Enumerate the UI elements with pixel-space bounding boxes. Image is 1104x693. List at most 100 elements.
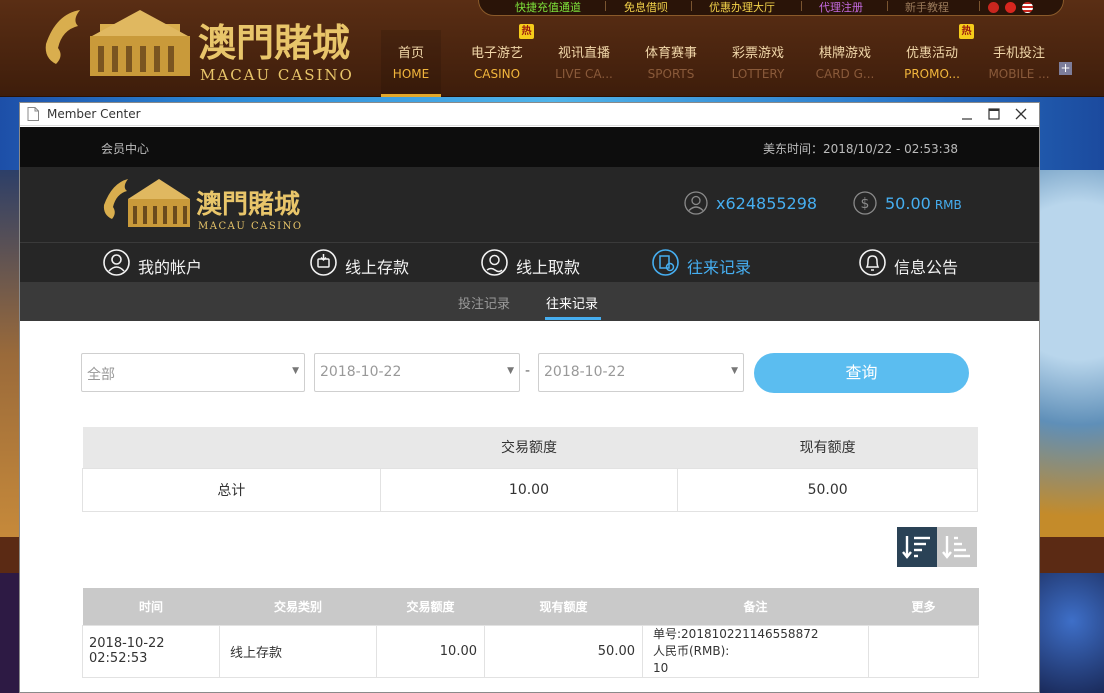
- hot-badge: 热: [959, 24, 974, 39]
- window-titlebar[interactable]: Member Center: [20, 103, 1039, 126]
- member-menu: 我的帐户 线上存款 线上取款 往来记录 信息公告: [20, 242, 1039, 282]
- divider: [691, 1, 692, 11]
- summary-header-balance: 现有额度: [677, 427, 978, 468]
- user-avatar-icon: [684, 191, 708, 215]
- transaction-type-select[interactable]: 全部 ▼: [81, 353, 305, 392]
- menu-item-label: 线上取款: [516, 258, 581, 277]
- balance-icon: $: [853, 191, 877, 215]
- chevron-down-icon: ▼: [292, 366, 299, 376]
- member-topbar: 会员中心 美东时间：2018/10/22 - 02:53:38: [20, 127, 1039, 167]
- summary-amount: 10.00: [379, 467, 679, 512]
- language-hk-icon[interactable]: [1005, 2, 1016, 13]
- summary-balance: 50.00: [677, 467, 978, 512]
- nav-item-label: 优惠活动: [905, 46, 958, 61]
- nav-item-lottery[interactable]: 彩票游戏 LOTTERY: [715, 30, 801, 97]
- eastern-time-label: 美东时间：2018/10/22 - 02:53:38: [762, 142, 958, 156]
- nav-item-label: 体育赛事: [644, 46, 697, 61]
- banner-decoration-right: [1040, 170, 1104, 540]
- records-icon: [652, 249, 679, 276]
- date-range-dash: -: [525, 363, 531, 379]
- site-logo[interactable]: 澳門賭城 MACAU CASINO: [40, 4, 360, 86]
- row-balance: 50.00: [484, 624, 643, 678]
- menu-item-label: 我的帐户: [138, 258, 203, 277]
- nav-item-sublabel: MOBILE ...: [988, 67, 1050, 81]
- site-header: 快捷充值通道 免息借呗 优惠办理大厅 代理注册 新手教程 澳門賭城 MACAU …: [0, 0, 1104, 97]
- language-cn-icon[interactable]: [988, 2, 999, 13]
- nav-item-casino[interactable]: 电子游艺 CASINO 热: [454, 24, 540, 97]
- logo-english-text: MACAU CASINO: [200, 66, 354, 84]
- row-type: 线上存款: [219, 624, 377, 678]
- top-link-quick-recharge[interactable]: 快捷充值通道: [515, 0, 581, 15]
- top-link-promo-hall[interactable]: 优惠办理大厅: [709, 0, 775, 15]
- table-row: 2018-10-22 02:52:53 线上存款 10.00 50.00 单号:…: [82, 624, 979, 678]
- top-link-agent-register[interactable]: 代理注册: [819, 0, 863, 15]
- nav-item-sublabel: CARD G...: [815, 67, 875, 81]
- chevron-down-icon: ▼: [731, 366, 738, 376]
- sort-descending-icon[interactable]: [897, 527, 937, 567]
- balance-value: 50.00: [885, 194, 931, 213]
- transaction-type-value: 全部: [87, 367, 115, 383]
- tab-bet-records[interactable]: 投注记录: [458, 293, 510, 312]
- logo-chinese-text: 澳門賭城: [198, 20, 350, 65]
- balance-currency: RMB: [934, 198, 962, 212]
- maximize-icon[interactable]: [982, 105, 1006, 124]
- nav-item-label: 视讯直播: [557, 46, 610, 61]
- col-note: 备注: [642, 588, 869, 625]
- username: x624855298: [716, 194, 818, 213]
- divider: [979, 1, 980, 11]
- top-link-interest-free[interactable]: 免息借呗: [624, 0, 668, 15]
- member-center-window: Member Center 会员中心 美东时间：2018/10/22 - 02:…: [19, 102, 1040, 693]
- top-link-tutorial[interactable]: 新手教程: [905, 0, 949, 15]
- top-links-bar: 快捷充值通道 免息借呗 优惠办理大厅 代理注册 新手教程: [478, 0, 1064, 16]
- date-from-select[interactable]: 2018-10-22 ▼: [314, 353, 520, 392]
- nav-item-sublabel: PROMO...: [904, 67, 960, 81]
- summary-label: 总计: [82, 467, 381, 512]
- nav-more-icon[interactable]: +: [1059, 62, 1072, 75]
- date-to-value: 2018-10-22: [544, 364, 626, 380]
- summary-header-blank: [82, 427, 381, 468]
- nav-item-label: 棋牌游戏: [818, 46, 871, 61]
- nav-item-label: 彩票游戏: [731, 46, 784, 61]
- close-icon[interactable]: [1009, 105, 1033, 124]
- document-icon: [27, 107, 39, 121]
- nav-item-cardg[interactable]: 棋牌游戏 CARD G...: [802, 30, 888, 97]
- note-amount: 10: [653, 660, 669, 675]
- row-more[interactable]: [868, 624, 979, 678]
- summary-header-amount: 交易额度: [380, 427, 678, 468]
- col-time[interactable]: 时间: [82, 588, 220, 625]
- note-order-number: 单号:201810221146558872: [653, 626, 819, 641]
- member-logo-english-text: MACAU CASINO: [198, 221, 303, 232]
- date-from-value: 2018-10-22: [320, 364, 402, 380]
- minimize-icon[interactable]: [955, 105, 979, 124]
- nav-item-sublabel: LOTTERY: [731, 67, 785, 81]
- active-tab-underline: [545, 317, 601, 320]
- records-header-row: 时间 交易类别 交易额度 现有额度 备注 更多: [82, 588, 979, 625]
- sort-ascending-icon[interactable]: [937, 527, 977, 567]
- nav-item-label: 手机投注: [992, 46, 1045, 61]
- hot-badge: 热: [519, 24, 534, 39]
- nav-item-sports[interactable]: 体育赛事 SPORTS: [628, 30, 714, 97]
- tab-transaction-records[interactable]: 往来记录: [546, 293, 598, 312]
- col-type[interactable]: 交易类别: [219, 588, 377, 625]
- member-logo[interactable]: 澳門賭城 MACAU CASINO: [100, 173, 305, 235]
- date-to-select[interactable]: 2018-10-22 ▼: [538, 353, 744, 392]
- nav-item-home[interactable]: 首页 HOME: [381, 30, 441, 97]
- nav-item-sublabel: LIVE CA...: [555, 67, 613, 81]
- col-balance[interactable]: 现有额度: [484, 588, 643, 625]
- menu-item-label: 往来记录: [687, 258, 752, 277]
- note-currency: 人民币(RMB):: [653, 643, 730, 658]
- nav-item-sublabel: CASINO: [473, 67, 521, 81]
- query-button[interactable]: 查询: [754, 353, 969, 393]
- nav-item-liveca[interactable]: 视讯直播 LIVE CA...: [541, 30, 627, 97]
- col-amount[interactable]: 交易额度: [376, 588, 485, 625]
- window-title: Member Center: [47, 107, 141, 121]
- member-logo-chinese-text: 澳門賭城: [196, 190, 300, 220]
- nav-item-promo[interactable]: 优惠活动 PROMO... 热: [889, 24, 975, 97]
- summary-table: 交易额度 现有额度 总计 10.00 50.00: [82, 427, 978, 512]
- nav-item-mobile[interactable]: 手机投注 MOBILE ...: [976, 30, 1062, 97]
- divider: [801, 1, 802, 11]
- bell-icon: [859, 249, 886, 276]
- withdraw-icon: [481, 249, 508, 276]
- balance: 50.00 RMB: [885, 194, 962, 213]
- language-en-icon[interactable]: [1022, 2, 1033, 13]
